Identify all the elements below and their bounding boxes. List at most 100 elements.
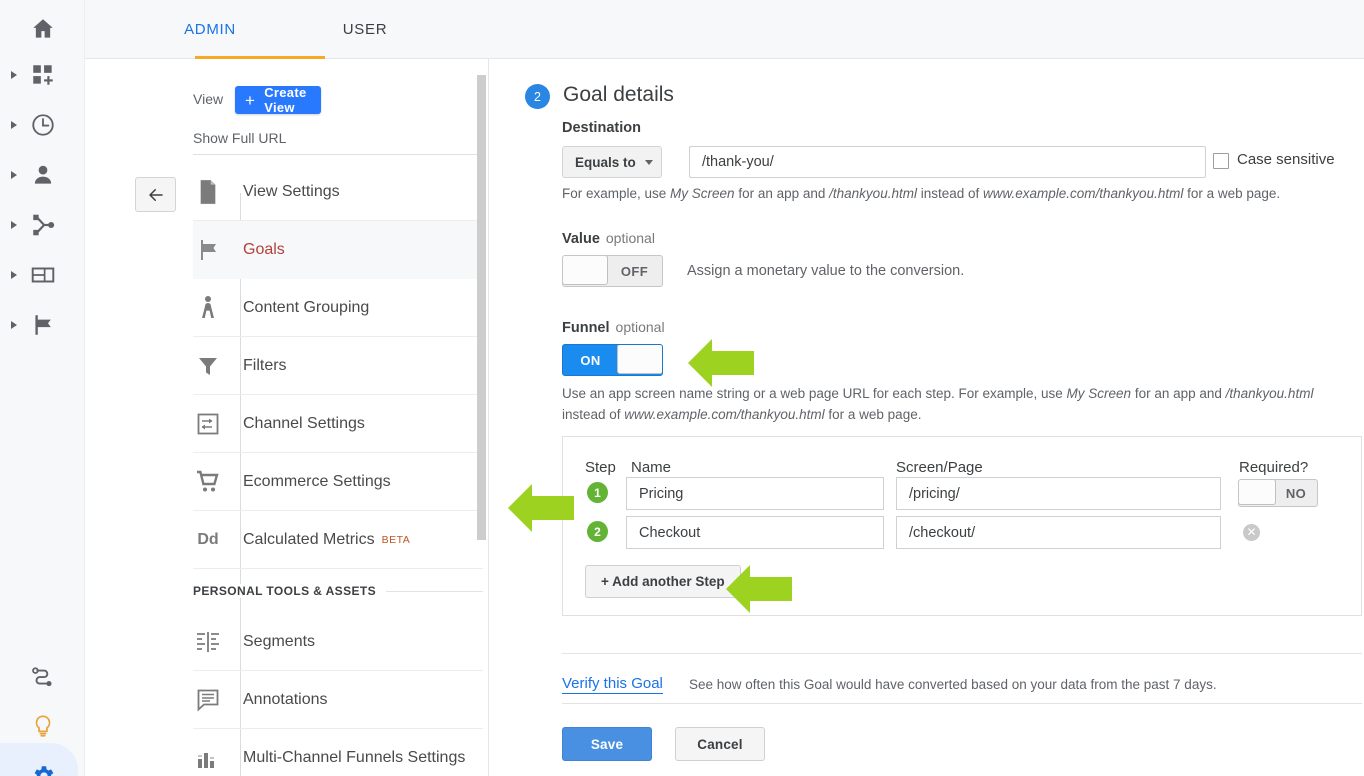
value-label: Value optional <box>562 230 655 247</box>
column-header-step: Step <box>585 459 616 476</box>
document-icon <box>193 178 223 206</box>
toggle-knob <box>563 256 608 285</box>
add-another-step-label: + Add another Step <box>601 574 725 589</box>
menu-item-label: Ecommerce Settings <box>243 472 391 490</box>
menu-item-annotations[interactable]: Annotations <box>193 671 483 729</box>
menu-scrollbar[interactable] <box>477 75 486 540</box>
rail-item-acquisition[interactable] <box>0 200 85 250</box>
menu-item-label: Multi-Channel Funnels Settings <box>243 748 466 766</box>
chevron-right-icon <box>11 121 17 129</box>
chevron-down-icon <box>644 159 653 165</box>
step-2-remove-button[interactable]: ✕ <box>1243 524 1260 541</box>
funnel-toggle[interactable]: ON <box>562 344 663 376</box>
collapse-back-button[interactable] <box>135 177 176 212</box>
menu-item-label: Annotations <box>243 690 328 708</box>
rail-item-conversions[interactable] <box>0 300 85 350</box>
personal-tools-section-header: PERSONAL TOOLS & ASSETS <box>193 569 483 613</box>
rail-item-customization[interactable] <box>0 50 85 100</box>
step-1-required-toggle[interactable]: NO <box>1238 479 1318 507</box>
funnel-optional-note: optional <box>615 319 665 335</box>
rail-item-behavior[interactable] <box>0 250 85 300</box>
menu-item-label: Content Grouping <box>243 298 370 316</box>
customization-icon <box>32 65 53 85</box>
annotations-icon <box>193 686 223 714</box>
menu-item-label: View Settings <box>243 182 340 200</box>
chevron-right-icon <box>11 271 17 279</box>
add-another-step-button[interactable]: + Add another Step <box>585 565 741 598</box>
match-type-value: Equals to <box>575 154 636 170</box>
case-sensitive-label: Case sensitive <box>1237 151 1335 168</box>
step-number-1: 1 <box>587 482 608 503</box>
verify-top-divider <box>562 653 1362 654</box>
flag-icon <box>34 315 51 335</box>
funnel-steps-box: Step Name Screen/Page Required? 1 NO 2 ✕… <box>562 436 1362 616</box>
verify-goal-link[interactable]: Verify this Goal <box>562 675 663 694</box>
lightbulb-icon <box>35 715 50 737</box>
rail-item-discover[interactable] <box>0 651 85 701</box>
arrow-left-icon <box>148 188 163 201</box>
cart-icon <box>193 468 223 496</box>
path-nodes-icon <box>31 667 52 687</box>
segments-icon <box>193 628 223 656</box>
menu-item-multi-channel-funnels[interactable]: Multi-Channel Funnels Settings <box>193 729 483 776</box>
view-label: View <box>193 91 224 107</box>
column-header-name: Name <box>631 459 672 476</box>
step-2-screen-page-input[interactable] <box>896 516 1221 549</box>
cancel-button[interactable]: Cancel <box>675 727 765 761</box>
menu-item-segments[interactable]: Segments <box>193 613 483 671</box>
chevron-right-icon <box>11 321 17 329</box>
funnel-label: Funnel optional <box>562 319 665 336</box>
step-1-name-input[interactable] <box>626 477 884 510</box>
case-sensitive-checkbox[interactable] <box>1213 153 1229 169</box>
rail-item-home[interactable] <box>0 4 85 54</box>
chevron-right-icon <box>11 221 17 229</box>
menu-item-label: Channel Settings <box>243 414 365 432</box>
step-2-name-input[interactable] <box>626 516 884 549</box>
dd-icon: Dd <box>197 530 219 548</box>
menu-item-label: Filters <box>243 356 287 374</box>
view-settings-menu-panel: View + Create View Show Full URL View Se… <box>85 59 489 776</box>
destination-help-text: For example, use My Screen for an app an… <box>562 186 1281 201</box>
section-title: PERSONAL TOOLS & ASSETS <box>193 584 387 598</box>
column-header-screen-page: Screen/Page <box>896 459 983 476</box>
analytics-admin-screen: ADMIN USER View + Create View Show Full … <box>0 0 1364 776</box>
menu-item-filters[interactable]: Filters <box>193 337 483 395</box>
page-title: Goal details <box>563 83 674 106</box>
menu-item-calculated-metrics[interactable]: Dd Calculated Metrics BETA <box>193 511 483 569</box>
match-type-select[interactable]: Equals to <box>562 146 662 178</box>
menu-item-view-settings[interactable]: View Settings <box>193 163 483 221</box>
menu-item-goals[interactable]: Goals <box>193 221 483 279</box>
chevron-right-icon <box>11 71 17 79</box>
beta-badge: BETA <box>381 533 411 546</box>
plus-icon: + <box>245 90 256 110</box>
channel-settings-icon <box>193 410 223 438</box>
rail-item-audience[interactable] <box>0 150 85 200</box>
menu-item-content-grouping[interactable]: Content Grouping <box>193 279 483 337</box>
save-button[interactable]: Save <box>562 727 652 761</box>
step-1-screen-page-input[interactable] <box>896 477 1221 510</box>
rail-item-realtime[interactable] <box>0 100 85 150</box>
value-optional-note: optional <box>605 230 655 246</box>
funnel-toggle-state: ON <box>580 352 601 368</box>
show-full-url-label: Show Full URL <box>193 130 287 146</box>
clock-icon <box>31 114 54 136</box>
value-toggle[interactable]: OFF <box>562 255 663 287</box>
rail-item-admin[interactable] <box>0 751 85 776</box>
tab-admin[interactable]: ADMIN <box>110 0 310 59</box>
tab-user[interactable]: USER <box>310 0 420 59</box>
destination-label: Destination <box>562 120 641 136</box>
destination-url-input[interactable] <box>689 146 1206 178</box>
verify-bottom-divider <box>562 703 1362 704</box>
left-nav-rail <box>0 0 85 776</box>
menu-item-ecommerce-settings[interactable]: Ecommerce Settings <box>193 453 483 511</box>
rail-item-insights[interactable] <box>0 701 85 751</box>
funnel-help-text: Use an app screen name string or a web p… <box>562 386 1314 422</box>
column-header-required: Required? <box>1239 459 1309 476</box>
create-view-button[interactable]: + Create View <box>235 85 321 115</box>
menu-item-label: Segments <box>243 632 316 650</box>
content-grouping-icon <box>193 294 223 322</box>
window-panels-icon <box>31 267 54 283</box>
verify-goal-note: See how often this Goal would have conve… <box>689 677 1217 692</box>
menu-item-channel-settings[interactable]: Channel Settings <box>193 395 483 453</box>
menu-top-divider <box>193 154 483 155</box>
